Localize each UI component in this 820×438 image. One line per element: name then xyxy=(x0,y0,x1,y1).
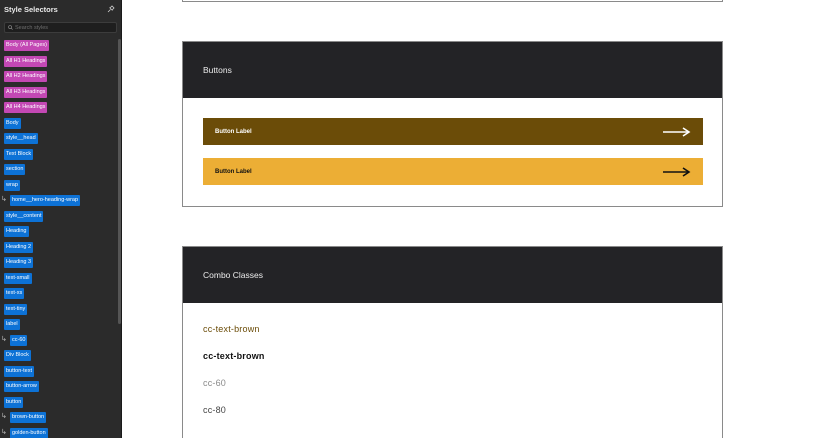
pin-icon[interactable] xyxy=(107,5,115,13)
selector-row: Div Block xyxy=(0,349,118,365)
combo-arrow-icon: ↳ xyxy=(1,413,7,420)
selector-row: style__head xyxy=(0,132,118,148)
selector-tag[interactable]: home__hero-heading-wrap xyxy=(10,195,81,206)
selector-row: ↳ brown-button xyxy=(0,411,118,427)
selector-row: All H3 Headings xyxy=(0,86,118,102)
selector-tag[interactable]: section xyxy=(4,164,26,175)
selector-tag[interactable]: text-small xyxy=(4,272,32,284)
combo-arrow-icon: ↳ xyxy=(1,196,7,203)
selector-tag[interactable]: style__content xyxy=(4,210,44,222)
search-input[interactable] xyxy=(15,24,115,31)
selector-row: ↳ cc-60 xyxy=(0,334,118,350)
combo-arrow-icon: ↳ xyxy=(1,428,7,436)
previous-section-box xyxy=(182,0,723,2)
search-styles-field[interactable] xyxy=(4,22,117,33)
selector-row: text-tiny xyxy=(0,303,118,319)
combo-class-example: cc-text-brown xyxy=(203,351,265,361)
selector-tag[interactable]: golden-button xyxy=(10,427,48,438)
combo-classes-card: Combo Classes cc-text-brown cc-text-brown… xyxy=(182,246,723,438)
selector-tag[interactable]: brown-button xyxy=(10,412,47,423)
combo-arrow-icon: ↳ xyxy=(1,335,7,343)
selector-row: Heading xyxy=(0,225,118,241)
selector-row: wrap xyxy=(0,179,118,195)
selector-tag[interactable]: All H2 Headings xyxy=(4,71,48,82)
combo-class-example: cc-80 xyxy=(203,405,227,415)
selector-tag[interactable]: Heading 3 xyxy=(4,257,34,268)
selector-row: section xyxy=(0,163,118,179)
selector-list: Body (All Pages) All H1 Headings All H2 He… xyxy=(0,39,118,438)
style-selectors-panel: Style Selectors Body (All Pages) All H1 H… xyxy=(0,0,122,438)
selector-tag[interactable]: Div Block xyxy=(4,350,31,361)
combo-card-header: Combo Classes xyxy=(183,247,722,303)
selector-row: Heading 3 xyxy=(0,256,118,272)
selector-tag[interactable]: style__head xyxy=(4,133,38,144)
selector-tag[interactable]: Body (All Pages) xyxy=(4,40,49,51)
selector-row: All H1 Headings xyxy=(0,55,118,71)
selector-row: All H2 Headings xyxy=(0,70,118,86)
selector-tag[interactable]: button-arrow xyxy=(4,381,39,392)
selector-row: Heading 2 xyxy=(0,241,118,257)
panel-title: Style Selectors xyxy=(4,4,58,14)
golden-button[interactable]: Button Label xyxy=(203,158,703,185)
selector-row: ↳ home__hero-heading-wrap xyxy=(0,194,118,210)
selector-row: Body xyxy=(0,117,118,133)
selector-row: Text Block xyxy=(0,148,118,164)
arrow-right-icon xyxy=(663,126,691,137)
selector-row: label xyxy=(0,318,118,334)
scrollbar-thumb[interactable] xyxy=(118,39,121,324)
buttons-card: Buttons Button Label Button Label xyxy=(182,41,723,207)
panel-header: Style Selectors xyxy=(0,0,121,18)
selector-tag[interactable]: label xyxy=(4,319,20,330)
selector-row: text-small xyxy=(0,272,118,288)
selector-row: text-xs xyxy=(0,287,118,303)
selector-tag[interactable]: All H4 Headings xyxy=(4,102,48,113)
selector-row: button-text xyxy=(0,365,118,381)
search-icon xyxy=(8,25,13,30)
buttons-card-header: Buttons xyxy=(183,42,722,98)
scrollbar[interactable] xyxy=(118,39,121,438)
brown-button-label: Button Label xyxy=(215,128,252,135)
buttons-card-title: Buttons xyxy=(203,65,232,75)
combo-class-example: cc-text-brown xyxy=(203,324,260,334)
selector-row: button xyxy=(0,396,118,412)
selector-tag[interactable]: Body xyxy=(4,117,21,129)
selector-tag[interactable]: Heading 2 xyxy=(4,241,34,253)
combo-card-title: Combo Classes xyxy=(203,270,263,280)
selector-row: style__content xyxy=(0,210,118,226)
selector-row: button-arrow xyxy=(0,380,118,396)
canvas: Buttons Button Label Button Label Combo … xyxy=(122,0,820,438)
selector-tag[interactable]: Text Block xyxy=(4,148,34,160)
selector-tag[interactable]: button-text xyxy=(4,365,34,377)
selector-row: ↳ golden-button xyxy=(0,427,118,438)
selector-tag[interactable]: button xyxy=(4,396,24,408)
combo-class-example: cc-60 xyxy=(203,378,227,388)
selector-tag[interactable]: All H3 Headings xyxy=(4,86,48,98)
selector-row: All H4 Headings xyxy=(0,101,118,117)
selector-tag[interactable]: text-tiny xyxy=(4,303,28,315)
selector-tag[interactable]: wrap xyxy=(4,179,20,191)
golden-button-label: Button Label xyxy=(215,168,252,175)
brown-button[interactable]: Button Label xyxy=(203,118,703,145)
selector-tag[interactable]: cc-60 xyxy=(10,334,28,346)
selector-tag[interactable]: All H1 Headings xyxy=(4,55,48,67)
arrow-right-icon xyxy=(663,166,691,177)
selector-row: Body (All Pages) xyxy=(0,39,118,55)
selector-tag[interactable]: Heading xyxy=(4,226,29,237)
selector-tag[interactable]: text-xs xyxy=(4,288,25,299)
